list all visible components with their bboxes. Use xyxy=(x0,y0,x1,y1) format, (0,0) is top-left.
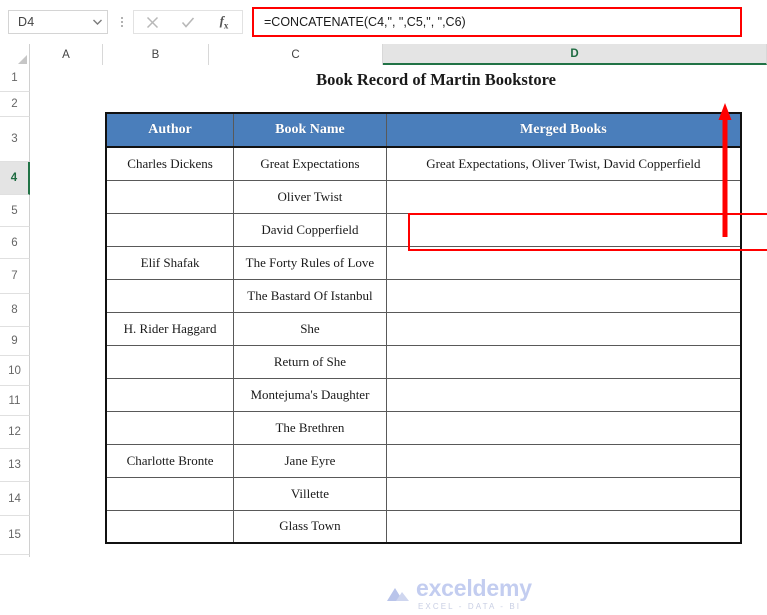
check-icon[interactable] xyxy=(174,11,202,33)
close-icon[interactable] xyxy=(138,11,166,33)
cell-merged[interactable] xyxy=(385,278,742,313)
table-row[interactable]: Villette xyxy=(105,476,742,511)
cell-book[interactable]: The Brethren xyxy=(233,410,387,445)
formula-bar: D4 fx =CONCATENATE(C4,", ",C5,", ",C6) xyxy=(0,0,767,44)
cell-book[interactable]: The Forty Rules of Love xyxy=(233,245,387,280)
cell-merged[interactable] xyxy=(385,443,742,478)
page-title: Book Record of Martin Bookstore xyxy=(316,69,556,89)
row-header-5[interactable]: 5 xyxy=(0,195,30,227)
row-header-7[interactable]: 7 xyxy=(0,259,30,294)
cell-author[interactable] xyxy=(105,410,235,445)
table-row[interactable]: Charlotte Bronte Jane Eyre xyxy=(105,443,742,478)
cell-book[interactable]: Jane Eyre xyxy=(233,443,387,478)
row-header-10[interactable]: 10 xyxy=(0,356,30,386)
cell-author[interactable]: Elif Shafak xyxy=(105,245,235,280)
row-header-11[interactable]: 11 xyxy=(0,386,30,416)
cell-merged[interactable] xyxy=(385,476,742,511)
table-row[interactable]: The Bastard Of Istanbul xyxy=(105,278,742,313)
cell-book[interactable]: Montejuma's Daughter xyxy=(233,377,387,412)
cell-merged[interactable] xyxy=(385,410,742,445)
cell-book[interactable]: Glass Town xyxy=(233,509,387,544)
table-row[interactable]: Oliver Twist xyxy=(105,179,742,214)
table-row[interactable]: The Brethren xyxy=(105,410,742,445)
row-header-14[interactable]: 14 xyxy=(0,482,30,516)
row-header-3[interactable]: 3 xyxy=(0,117,30,162)
row-header-2[interactable]: 2 xyxy=(0,92,30,117)
column-header-a[interactable]: A xyxy=(30,44,103,65)
fx-subscript: x xyxy=(223,20,229,31)
cell-merged[interactable] xyxy=(385,179,742,214)
cell-book[interactable]: Great Expectations xyxy=(233,146,387,181)
table-row[interactable]: H. Rider Haggard She xyxy=(105,311,742,346)
row-header-column: 1 2 3 4 5 6 7 8 9 10 11 12 13 14 15 xyxy=(0,65,30,557)
cell-merged-result[interactable]: Great Expectations, Oliver Twist, David … xyxy=(385,146,742,181)
corner-triangle-icon xyxy=(18,55,27,64)
row-header-12[interactable]: 12 xyxy=(0,416,30,449)
cell-book[interactable]: Villette xyxy=(233,476,387,511)
table-row[interactable]: Elif Shafak The Forty Rules of Love xyxy=(105,245,742,280)
book-record-table: Author Book Name Merged Books Charles Di… xyxy=(105,112,742,544)
cell-book[interactable]: She xyxy=(233,311,387,346)
column-header-b[interactable]: B xyxy=(103,44,209,65)
cell-author[interactable] xyxy=(105,179,235,214)
cell-merged[interactable] xyxy=(385,377,742,412)
fx-icon[interactable]: fx xyxy=(210,11,238,33)
column-header-c[interactable]: C xyxy=(209,44,383,65)
cell-author[interactable]: Charlotte Bronte xyxy=(105,443,235,478)
row-header-1[interactable]: 1 xyxy=(0,65,30,92)
table-row[interactable]: David Copperfield xyxy=(105,212,742,247)
select-all-corner[interactable] xyxy=(0,44,30,65)
name-box[interactable]: D4 xyxy=(8,10,108,34)
cell-author[interactable] xyxy=(105,344,235,379)
column-header-row: A B C D xyxy=(0,44,767,65)
sheet-title: Book Record of Martin Bookstore xyxy=(105,68,767,91)
cell-merged[interactable] xyxy=(385,509,742,544)
table-row[interactable]: Charles Dickens Great Expectations Great… xyxy=(105,146,742,181)
worksheet-grid: Book Record of Martin Bookstore Author B… xyxy=(30,65,767,611)
row-header-15[interactable]: 15 xyxy=(0,516,30,555)
cell-author[interactable] xyxy=(105,278,235,313)
cell-book[interactable]: The Bastard Of Istanbul xyxy=(233,278,387,313)
table-header-row: Author Book Name Merged Books xyxy=(105,112,742,148)
row-header-8[interactable]: 8 xyxy=(0,294,30,327)
watermark-text: exceldemy xyxy=(416,575,532,601)
row-header-4[interactable]: 4 xyxy=(0,162,30,195)
cell-author[interactable] xyxy=(105,476,235,511)
row-header-13[interactable]: 13 xyxy=(0,449,30,482)
cell-author[interactable] xyxy=(105,212,235,247)
cell-merged[interactable] xyxy=(385,212,742,247)
chevron-down-icon[interactable] xyxy=(91,16,103,28)
cell-author[interactable]: H. Rider Haggard xyxy=(105,311,235,346)
formula-bar-separator xyxy=(118,14,126,30)
cell-author[interactable] xyxy=(105,377,235,412)
cell-author[interactable]: Charles Dickens xyxy=(105,146,235,181)
formula-text: =CONCATENATE(C4,", ",C5,", ",C6) xyxy=(264,15,466,29)
formula-input[interactable]: =CONCATENATE(C4,", ",C5,", ",C6) xyxy=(252,7,742,37)
watermark-subtitle: EXCEL - DATA - BI xyxy=(418,602,522,611)
table-row[interactable]: Glass Town xyxy=(105,509,742,544)
column-header-bookname: Book Name xyxy=(233,112,387,148)
cell-book[interactable]: Return of She xyxy=(233,344,387,379)
column-header-merged: Merged Books xyxy=(385,112,742,148)
row-header-9[interactable]: 9 xyxy=(0,327,30,356)
cell-book[interactable]: David Copperfield xyxy=(233,212,387,247)
column-header-author: Author xyxy=(105,112,235,148)
cell-book[interactable]: Oliver Twist xyxy=(233,179,387,214)
cell-merged[interactable] xyxy=(385,245,742,280)
column-header-d[interactable]: D xyxy=(383,44,767,65)
table-row[interactable]: Return of She xyxy=(105,344,742,379)
cell-merged[interactable] xyxy=(385,344,742,379)
table-row[interactable]: Montejuma's Daughter xyxy=(105,377,742,412)
watermark: exceldemy EXCEL - DATA - BI xyxy=(385,573,585,615)
cell-author[interactable] xyxy=(105,509,235,544)
table-body: Charles Dickens Great Expectations Great… xyxy=(105,146,742,544)
name-box-value: D4 xyxy=(18,15,35,29)
formula-action-group: fx xyxy=(133,10,243,34)
cell-merged[interactable] xyxy=(385,311,742,346)
exceldemy-logo-icon xyxy=(387,588,409,601)
row-header-6[interactable]: 6 xyxy=(0,227,30,259)
